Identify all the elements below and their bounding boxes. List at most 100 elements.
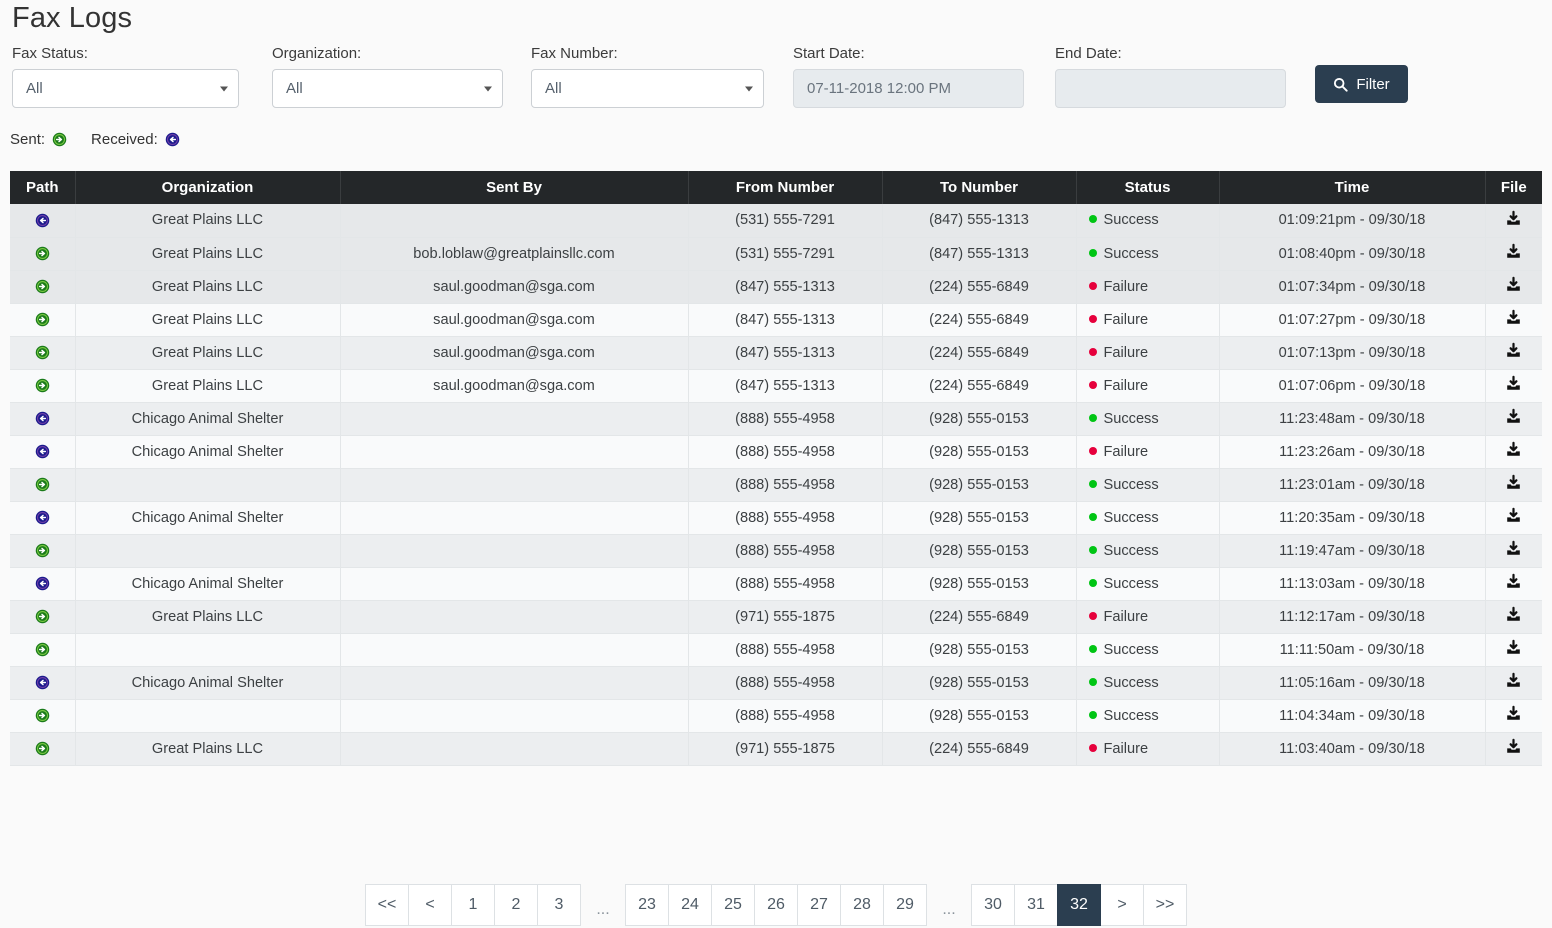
- arrow-circle-left-icon[interactable]: [35, 444, 50, 459]
- arrow-circle-right-icon[interactable]: [35, 609, 50, 624]
- pagination-button-26[interactable]: 26: [754, 884, 798, 926]
- chevron-down-icon: [745, 86, 753, 91]
- status-label: Success: [1103, 410, 1159, 427]
- download-icon[interactable]: [1505, 738, 1522, 755]
- pagination-button-31[interactable]: 31: [1014, 884, 1058, 926]
- column-header-organization[interactable]: Organization: [75, 171, 341, 204]
- cell-sent-by: [340, 633, 689, 667]
- cell-sent-by: saul.goodman@sga.com: [340, 303, 689, 337]
- pagination-button-prev[interactable]: <: [408, 884, 452, 926]
- cell-to-number: (224) 555-6849: [882, 270, 1077, 304]
- cell-file: [1485, 600, 1542, 634]
- arrow-circle-right-icon[interactable]: [35, 708, 50, 723]
- download-icon[interactable]: [1505, 309, 1522, 326]
- arrow-circle-right-icon[interactable]: [35, 378, 50, 393]
- filter-group-organization: Organization: All: [272, 45, 503, 108]
- pagination-button-1[interactable]: 1: [451, 884, 495, 926]
- download-icon[interactable]: [1505, 375, 1522, 392]
- pagination-button-30[interactable]: 30: [971, 884, 1015, 926]
- column-header-to-number[interactable]: To Number: [882, 171, 1077, 204]
- download-icon[interactable]: [1505, 276, 1522, 293]
- column-header-status[interactable]: Status: [1076, 171, 1220, 204]
- table-row[interactable]: Great Plains LLC bob.loblaw@greatplainsll…: [10, 237, 1542, 271]
- cell-file: [1485, 270, 1542, 304]
- pagination-button-3[interactable]: 3: [537, 884, 581, 926]
- table-row[interactable]: Chicago Animal Shelter (888) 555-4958 (928…: [10, 501, 1542, 535]
- pagination-button-29[interactable]: 29: [883, 884, 927, 926]
- table-row[interactable]: Great Plains LLC saul.goodman@sga.com (847…: [10, 369, 1542, 403]
- download-icon[interactable]: [1505, 441, 1522, 458]
- download-icon[interactable]: [1505, 606, 1522, 623]
- arrow-circle-right-icon[interactable]: [35, 345, 50, 360]
- pagination-button-next[interactable]: >: [1100, 884, 1144, 926]
- start-date-input[interactable]: 07-11-2018 12:00 PM: [793, 69, 1024, 108]
- column-header-path[interactable]: Path: [10, 171, 76, 204]
- pagination-button-32[interactable]: 32: [1057, 884, 1101, 926]
- table-row[interactable]: (888) 555-4958 (928) 555-0153 Success 11:04…: [10, 699, 1542, 733]
- arrow-circle-right-icon[interactable]: [35, 477, 50, 492]
- table-row[interactable]: (888) 555-4958 (928) 555-0153 Success 11:19…: [10, 534, 1542, 568]
- table-row[interactable]: Great Plains LLC saul.goodman@sga.com (847…: [10, 270, 1542, 304]
- status-dot-icon: [1088, 380, 1097, 389]
- download-icon[interactable]: [1505, 243, 1522, 260]
- arrow-circle-left-icon[interactable]: [35, 576, 50, 591]
- cell-time: 11:13:03am - 09/30/18: [1219, 567, 1486, 601]
- download-icon[interactable]: [1505, 540, 1522, 557]
- arrow-circle-left-icon[interactable]: [35, 675, 50, 690]
- download-icon[interactable]: [1505, 573, 1522, 590]
- end-date-input[interactable]: [1055, 69, 1286, 108]
- filter-button-label: Filter: [1356, 75, 1390, 93]
- table-row[interactable]: Chicago Animal Shelter (888) 555-4958 (928…: [10, 435, 1542, 469]
- download-icon[interactable]: [1505, 639, 1522, 656]
- download-icon[interactable]: [1505, 408, 1522, 425]
- table-row[interactable]: (888) 555-4958 (928) 555-0153 Success 11:11…: [10, 633, 1542, 667]
- download-icon[interactable]: [1505, 342, 1522, 359]
- download-icon[interactable]: [1505, 210, 1522, 227]
- table-row[interactable]: Chicago Animal Shelter (888) 555-4958 (928…: [10, 402, 1542, 436]
- cell-organization: Great Plains LLC: [75, 732, 341, 766]
- cell-time: 11:23:48am - 09/30/18: [1219, 402, 1486, 436]
- arrow-circle-right-icon[interactable]: [35, 279, 50, 294]
- download-icon[interactable]: [1505, 507, 1522, 524]
- fax-number-select[interactable]: All: [531, 69, 764, 108]
- fax-logs-table-wrapper: Path Organization Sent By From Number To…: [10, 171, 1542, 766]
- pagination-button-25[interactable]: 25: [711, 884, 755, 926]
- pagination-button-2[interactable]: 2: [494, 884, 538, 926]
- cell-from-number: (847) 555-1313: [688, 336, 883, 370]
- cell-sent-by: [340, 534, 689, 568]
- organization-select[interactable]: All: [272, 69, 503, 108]
- arrow-circle-right-icon[interactable]: [35, 246, 50, 261]
- table-row[interactable]: (888) 555-4958 (928) 555-0153 Success 11:23…: [10, 468, 1542, 502]
- table-row[interactable]: Great Plains LLC (971) 555-1875 (224) 555-…: [10, 732, 1542, 766]
- pagination-button-28[interactable]: 28: [840, 884, 884, 926]
- download-icon[interactable]: [1505, 672, 1522, 689]
- pagination-button-23[interactable]: 23: [625, 884, 669, 926]
- pagination-button-24[interactable]: 24: [668, 884, 712, 926]
- table-row[interactable]: Great Plains LLC (971) 555-1875 (224) 555-…: [10, 600, 1542, 634]
- cell-to-number: (928) 555-0153: [882, 567, 1077, 601]
- pagination-button-27[interactable]: 27: [797, 884, 841, 926]
- table-row[interactable]: Great Plains LLC saul.goodman@sga.com (847…: [10, 303, 1542, 337]
- arrow-circle-right-icon[interactable]: [35, 642, 50, 657]
- fax-status-select[interactable]: All: [12, 69, 239, 108]
- column-header-time[interactable]: Time: [1219, 171, 1486, 204]
- column-header-from-number[interactable]: From Number: [688, 171, 883, 204]
- column-header-file[interactable]: File: [1485, 171, 1542, 204]
- download-icon[interactable]: [1505, 705, 1522, 722]
- pagination-button-prevprev[interactable]: <<: [365, 884, 409, 926]
- download-icon[interactable]: [1505, 474, 1522, 491]
- cell-to-number: (928) 555-0153: [882, 402, 1077, 436]
- arrow-circle-right-icon[interactable]: [35, 312, 50, 327]
- arrow-circle-left-icon[interactable]: [35, 411, 50, 426]
- arrow-circle-right-icon[interactable]: [35, 543, 50, 558]
- table-row[interactable]: Great Plains LLC saul.goodman@sga.com (847…: [10, 336, 1542, 370]
- column-header-sent-by[interactable]: Sent By: [340, 171, 689, 204]
- arrow-circle-left-icon[interactable]: [35, 510, 50, 525]
- pagination-button-nextnext[interactable]: >>: [1143, 884, 1187, 926]
- filter-button[interactable]: Filter: [1315, 65, 1408, 103]
- arrow-circle-left-icon[interactable]: [35, 213, 50, 228]
- table-row[interactable]: Great Plains LLC (531) 555-7291 (847) 555-…: [10, 204, 1542, 238]
- table-row[interactable]: Chicago Animal Shelter (888) 555-4958 (928…: [10, 567, 1542, 601]
- arrow-circle-right-icon[interactable]: [35, 741, 50, 756]
- table-row[interactable]: Chicago Animal Shelter (888) 555-4958 (928…: [10, 666, 1542, 700]
